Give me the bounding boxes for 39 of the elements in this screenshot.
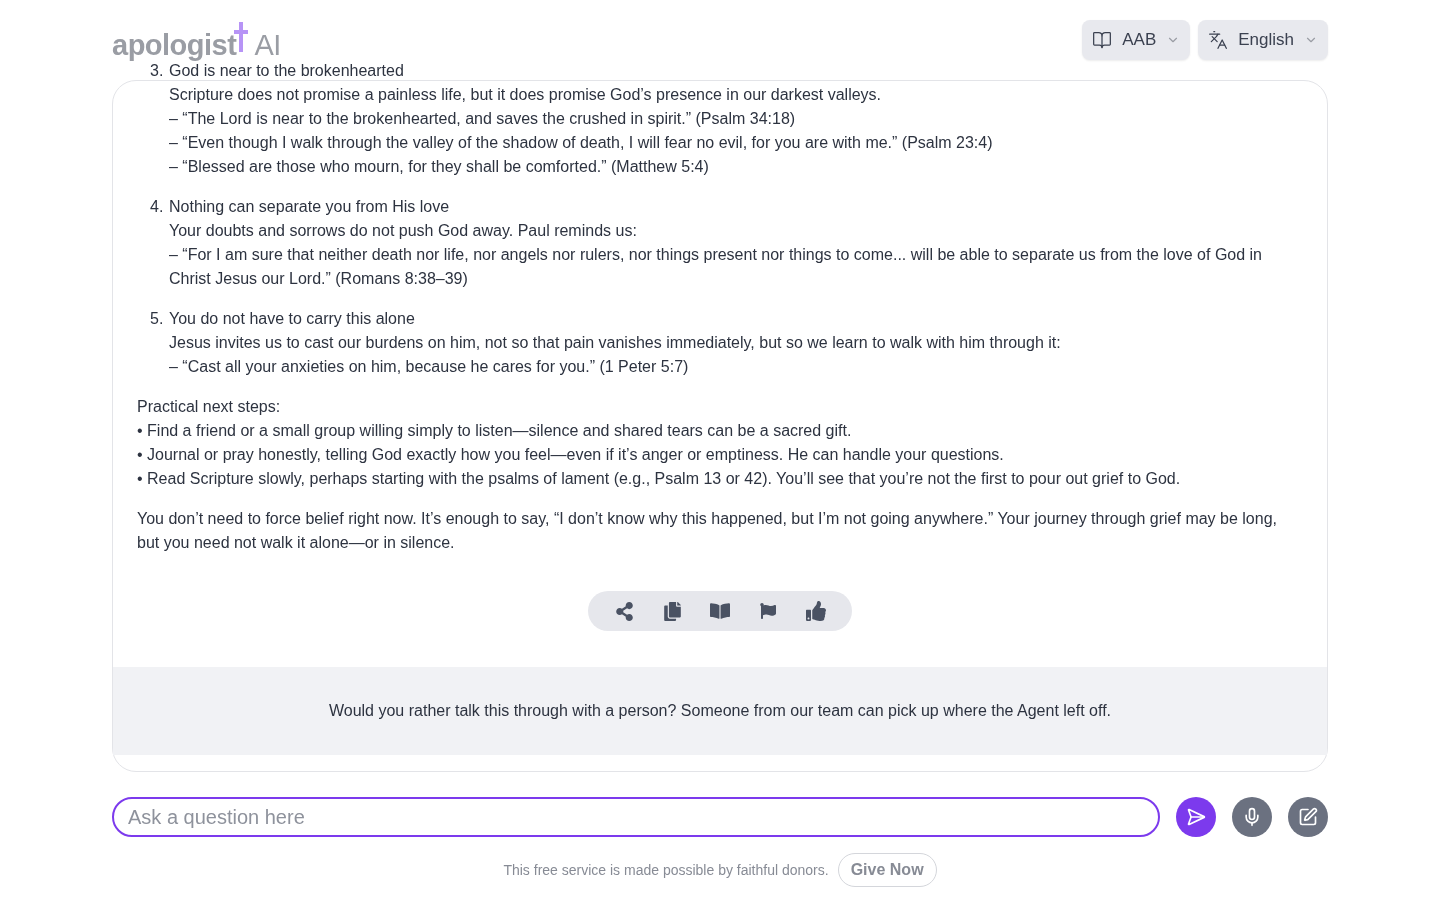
new-chat-button[interactable]	[1288, 797, 1328, 837]
logo-wordmark: apologist	[112, 29, 237, 62]
point-text: Jesus invites us to cast our burdens on him, not so that pain vanishes immediately, but so we learn to walk with him through it:	[169, 333, 1061, 353]
list-number: 3.	[150, 61, 165, 81]
point-title: You do not have to carry this alone	[169, 309, 416, 329]
language-dropdown[interactable]: English	[1198, 20, 1328, 60]
point-text: – “Cast all your anxieties on him, because he cares for you.” (1 Peter 5:7)	[169, 357, 690, 377]
closing-paragraph: You don’t need to force belief right now. It’s enough to say, “I don’t know why this happened, but I’m not going anywhere.” Your journey through grief may be long, but you need not walk it alone—or in silence.	[137, 509, 1278, 553]
question-input[interactable]: Ask a question here	[112, 797, 1160, 837]
logo-suffix: AI	[254, 29, 281, 62]
flag-icon	[760, 603, 776, 619]
microphone-icon	[1242, 807, 1262, 827]
donor-note: This free service is made possible by faithful donors.	[503, 862, 829, 878]
point-text: – “For I am sure that neither death nor life, nor angels nor rulers, nor things present nor things to come... will be able to separate us from the love of God in Christ Jesus our Lord.” (Romans 8:38–39)	[169, 245, 1263, 289]
list-number: 4.	[150, 197, 165, 217]
list-number: 5.	[150, 309, 165, 329]
book-icon	[1092, 30, 1113, 50]
pen-icon	[1298, 807, 1318, 827]
step-item: • Journal or pray honestly, telling God exactly how you feel—even if it’s anger or emptiness. He can handle your questions.	[137, 445, 1005, 465]
steps-heading: Practical next steps:	[137, 397, 282, 417]
step-item: • Read Scripture slowly, perhaps starting with the psalms of lament (e.g., Psalm 13 or 42). You’ll see that you’re not the first to pour out grief to God.	[137, 469, 1182, 489]
microphone-button[interactable]	[1232, 797, 1272, 837]
thumbs-up-icon	[806, 601, 826, 621]
copy-icon	[662, 601, 682, 621]
bible-version-dropdown[interactable]: AAB	[1082, 20, 1191, 60]
book-icon	[710, 601, 730, 621]
send-button[interactable]	[1176, 797, 1216, 837]
step-item: • Find a friend or a small group willing simply to listen—silence and shared tears can be a sacred gift.	[137, 421, 853, 441]
translate-icon	[1208, 30, 1229, 50]
share-icon	[614, 601, 634, 621]
send-icon	[1186, 807, 1206, 827]
point-text: Your doubts and sorrows do not push God away. Paul reminds us:	[169, 221, 638, 241]
handoff-message: Would you rather talk this through with a person? Someone from our team can pick up where the Agent left off.	[113, 667, 1327, 755]
point-text: – “Even though I walk through the valley of the shadow of death, I will fear no evil, for you are with me.” (Psalm 23:4)	[169, 133, 993, 153]
point-text: – “The Lord is near to the brokenhearted, and saves the crushed in spirit.” (Psalm 34:18)	[169, 109, 797, 129]
point-text: Scripture does not promise a painless life, but it does promise God’s presence in our darkest valleys.	[169, 85, 883, 105]
point-text: – “Blessed are those who mourn, for they shall be comforted.” (Matthew 5:4)	[169, 157, 710, 177]
point-title: God is near to the brokenhearted	[169, 61, 405, 81]
point-title: Nothing can separate you from His love	[169, 197, 451, 217]
